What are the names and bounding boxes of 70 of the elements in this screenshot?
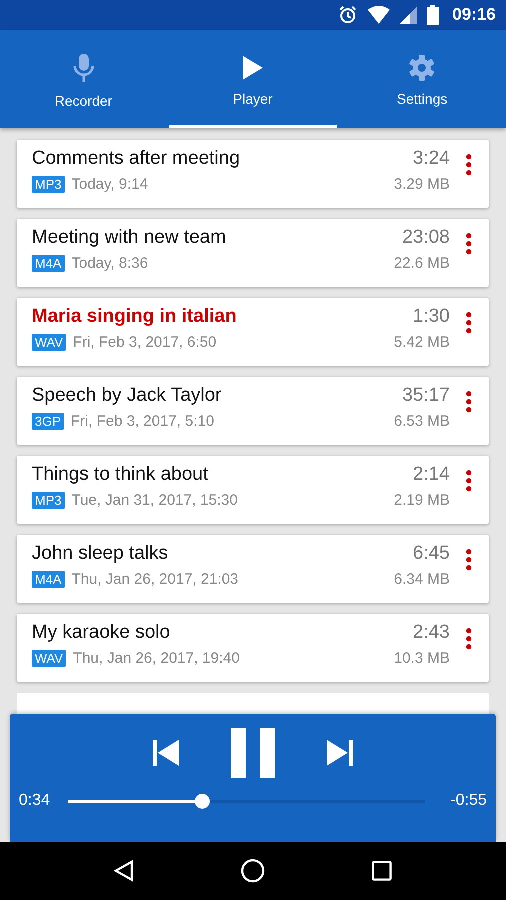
size-text: 22.6 MB xyxy=(394,255,450,272)
duration-text: 35:17 xyxy=(402,385,450,407)
date-text: Thu, Jan 26, 2017, 19:40 xyxy=(73,650,240,667)
format-tag: WAV xyxy=(32,650,66,667)
recording-card[interactable]: Speech by Jack Taylor 35:17 3GP Fri, Feb 3, 2017, 5:10 6.53 MB xyxy=(17,377,489,445)
date-text: Thu, Jan 26, 2017, 21:03 xyxy=(72,571,239,588)
recording-title: My karaoke solo xyxy=(32,622,170,644)
signal-icon xyxy=(400,6,417,24)
settings-icon xyxy=(409,54,436,80)
date-text: Today, 9:14 xyxy=(72,176,148,193)
size-text: 6.34 MB xyxy=(394,571,450,588)
duration-text: 3:24 xyxy=(413,148,450,170)
recording-title: Things to think about xyxy=(32,464,208,486)
format-tag: 3GP xyxy=(32,413,64,430)
recording-card[interactable]: Maria singing in italian 1:30 WAV Fri, Feb 3, 2017, 6:50 5.42 MB xyxy=(17,298,489,366)
home-icon[interactable] xyxy=(240,859,265,883)
size-text: 3.29 MB xyxy=(394,176,450,193)
recording-card[interactable]: Comments after meeting 3:24 MP3 Today, 9:14 3.29 MB xyxy=(17,140,489,208)
duration-text: 2:43 xyxy=(413,622,450,644)
wifi-icon xyxy=(368,6,390,24)
more-icon[interactable] xyxy=(466,391,472,413)
recording-title: Comments after meeting xyxy=(32,148,240,170)
recording-title: John sleep talks xyxy=(32,543,168,565)
format-tag: WAV xyxy=(32,334,66,351)
microphone-icon xyxy=(72,52,95,82)
skip-next-icon[interactable] xyxy=(327,740,353,766)
remaining-time: -0:55 xyxy=(450,792,487,810)
recording-card[interactable]: John sleep talks 6:45 M4A Thu, Jan 26, 2017, 21:03 6.34 MB xyxy=(17,535,489,603)
back-icon[interactable] xyxy=(114,860,134,882)
format-tag: M4A xyxy=(32,571,65,588)
date-text: Tue, Jan 31, 2017, 15:30 xyxy=(72,492,238,509)
date-text: Today, 8:36 xyxy=(72,255,148,272)
tab[interactable]: Player xyxy=(169,30,337,128)
skip-previous-icon[interactable] xyxy=(153,740,179,766)
date-text: Fri, Feb 3, 2017, 5:10 xyxy=(71,413,214,430)
more-icon[interactable] xyxy=(466,312,472,334)
date-text: Fri, Feb 3, 2017, 6:50 xyxy=(73,334,217,351)
recording-card[interactable]: My karaoke solo 2:43 WAV Thu, Jan 26, 2017, 19:40 10.3 MB xyxy=(17,614,489,682)
more-icon[interactable] xyxy=(466,154,472,176)
duration-text: 1:30 xyxy=(413,306,450,328)
format-tag: MP3 xyxy=(32,492,65,509)
recording-title: Meeting with new team xyxy=(32,227,226,249)
format-tag: MP3 xyxy=(32,176,65,193)
tab[interactable]: Recorder xyxy=(0,30,168,128)
tab[interactable]: Settings xyxy=(338,30,506,128)
size-text: 6.53 MB xyxy=(394,413,450,430)
size-text: 5.42 MB xyxy=(394,334,450,351)
more-icon[interactable] xyxy=(466,470,472,492)
recording-card[interactable]: Meeting with new team 23:08 M4A Today, 8:36 22.6 MB xyxy=(17,219,489,287)
play-icon xyxy=(242,54,264,80)
battery-icon xyxy=(426,5,439,25)
more-icon[interactable] xyxy=(466,628,472,650)
size-text: 10.3 MB xyxy=(394,650,450,667)
more-icon[interactable] xyxy=(466,233,472,255)
recording-title: Maria singing in italian xyxy=(32,306,237,328)
recording-title: Speech by Jack Taylor xyxy=(32,385,222,407)
seek-slider[interactable] xyxy=(68,794,425,808)
duration-text: 6:45 xyxy=(413,543,450,565)
size-text: 2.19 MB xyxy=(394,492,450,509)
more-icon[interactable] xyxy=(466,549,472,571)
duration-text: 23:08 xyxy=(402,227,450,249)
seek-thumb[interactable] xyxy=(195,794,210,808)
elapsed-time: 0:34 xyxy=(19,792,50,810)
duration-text: 2:14 xyxy=(413,464,450,486)
clock-time: 09:16 xyxy=(452,5,496,25)
recents-icon[interactable] xyxy=(372,861,392,881)
alarm-icon xyxy=(338,5,358,25)
pause-icon[interactable] xyxy=(231,728,275,778)
format-tag: M4A xyxy=(32,255,65,272)
recording-card[interactable]: Things to think about 2:14 MP3 Tue, Jan 31, 2017, 15:30 2.19 MB xyxy=(17,456,489,524)
